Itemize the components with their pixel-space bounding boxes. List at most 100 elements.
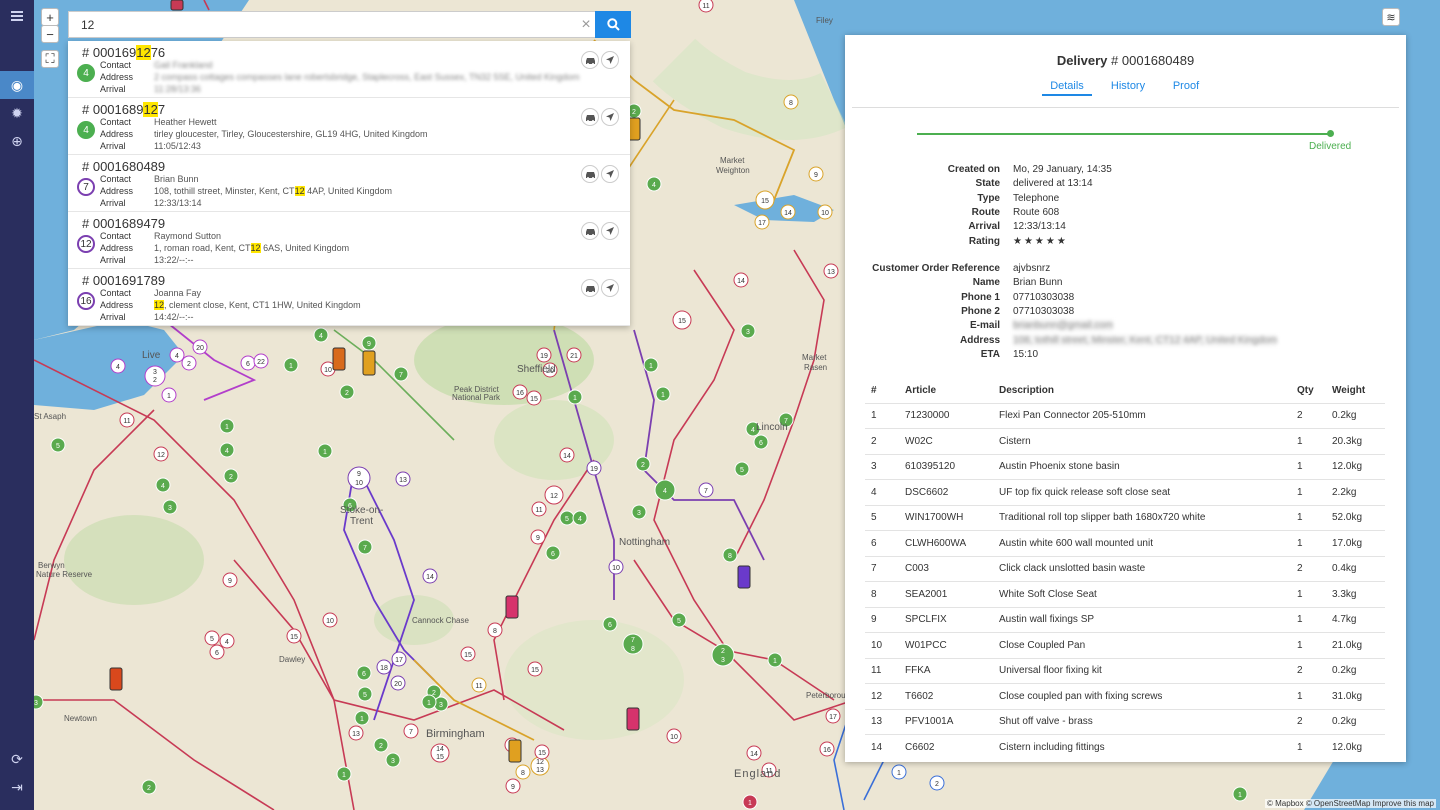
svg-text:20: 20 xyxy=(394,681,402,688)
delivery-number[interactable]: # 0001680489 xyxy=(82,159,165,174)
delivery-number[interactable]: # 0001691789 xyxy=(82,273,165,288)
search-result-item[interactable]: # 0001689479 12 Contact Address Arrival Raymo… xyxy=(68,212,630,269)
search-result-item[interactable]: # 0001691789 16 Contact Address Arrival Joann… xyxy=(68,269,630,326)
tab-history[interactable]: History xyxy=(1107,80,1149,92)
svg-text:2: 2 xyxy=(721,648,725,655)
navigate-button[interactable] xyxy=(601,108,619,126)
svg-text:1: 1 xyxy=(649,363,653,370)
table-cell: 13 xyxy=(865,708,899,735)
table-cell: 12 xyxy=(865,683,899,709)
table-row[interactable]: 1 71230000 Flexi Pan Connector 205-510mm 2 0… xyxy=(865,402,1385,429)
navigate-button[interactable] xyxy=(601,279,619,297)
table-cell: 1 xyxy=(1291,581,1326,607)
svg-text:15: 15 xyxy=(436,754,444,761)
table-row[interactable]: 6 CLWH600WA Austin white 600 wall mounted … xyxy=(865,530,1385,556)
table-row[interactable]: 8 SEA2001 White Soft Close Seat 1 3.3kg xyxy=(865,581,1385,607)
svg-text:1: 1 xyxy=(342,772,346,779)
show-vehicle-button[interactable] xyxy=(581,222,599,240)
table-row[interactable]: 12 T6602 Close coupled pan with fixing scr… xyxy=(865,683,1385,709)
arrival-label: Arrival xyxy=(100,141,126,151)
map-nav-button[interactable]: ◉ xyxy=(0,71,34,99)
settings-nav-button[interactable]: ✹ xyxy=(0,99,34,127)
svg-text:1: 1 xyxy=(427,700,431,707)
address-label: Address xyxy=(100,243,134,253)
show-vehicle-button[interactable] xyxy=(581,108,599,126)
svg-text:3: 3 xyxy=(439,702,443,709)
table-cell: W02C xyxy=(899,428,993,454)
table-row[interactable]: 10 W01PCC Close Coupled Pan 1 21.0kg xyxy=(865,632,1385,658)
svg-text:4: 4 xyxy=(161,483,165,490)
table-row[interactable]: 5 WIN1700WH Traditional roll top slipper b… xyxy=(865,504,1385,531)
table-row[interactable]: 14 C6602 Cistern including fittings 1 12.0kg xyxy=(865,734,1385,760)
table-header-cell: # xyxy=(871,384,877,396)
table-row[interactable]: 7 C003 Click clack unslotted basin waste 2 0… xyxy=(865,555,1385,582)
svg-text:Weighton: Weighton xyxy=(716,166,750,175)
contact-value: Heather Hewett xyxy=(154,117,217,127)
zoom-in-button[interactable]: + xyxy=(41,8,59,26)
table-row[interactable]: 11 FFKA Universal floor fixing kit 2 0.2kg xyxy=(865,657,1385,684)
table-row[interactable]: 2 W02C Cistern 1 20.3kg xyxy=(865,428,1385,454)
detail-label: Arrival xyxy=(968,221,1000,233)
svg-text:5: 5 xyxy=(677,618,681,625)
svg-text:7: 7 xyxy=(409,729,413,736)
svg-text:6: 6 xyxy=(759,440,763,447)
customer-value: 07710303038 xyxy=(1013,291,1075,303)
tab-details[interactable]: Details xyxy=(1042,80,1092,96)
network-nav-button[interactable]: ⊕ xyxy=(0,127,34,155)
fullscreen-button[interactable]: ⛶ xyxy=(41,50,59,68)
svg-text:19: 19 xyxy=(540,353,548,360)
svg-text:Nature Reserve: Nature Reserve xyxy=(36,570,93,579)
navigate-button[interactable] xyxy=(601,165,619,183)
svg-text:13: 13 xyxy=(536,767,544,774)
map-attribution[interactable]: © Mapbox © OpenStreetMap Improve this ma… xyxy=(1265,799,1436,808)
table-row[interactable]: 4 DSC6602 UF top fix quick release soft cl… xyxy=(865,479,1385,505)
svg-text:5: 5 xyxy=(210,636,214,643)
clear-search-button[interactable]: × xyxy=(577,16,595,34)
svg-text:17: 17 xyxy=(758,220,766,227)
svg-text:12: 12 xyxy=(157,452,165,459)
search-result-item[interactable]: # 0001689127 4 Contact Address Arrival Heathe… xyxy=(68,98,630,155)
show-vehicle-button[interactable] xyxy=(581,165,599,183)
table-row[interactable]: 13 PFV1001A Shut off valve - brass 2 0.2kg xyxy=(865,708,1385,735)
sync-button[interactable]: ⟳ xyxy=(0,745,34,773)
delivery-number[interactable]: # 0001691276 xyxy=(82,45,165,60)
table-cell: 21.0kg xyxy=(1326,632,1385,658)
search-result-item[interactable]: # 0001691276 4 Contact Address Arrival Gail F… xyxy=(68,41,630,98)
place-dawley: Dawley xyxy=(279,655,305,664)
tab-proof[interactable]: Proof xyxy=(1168,80,1204,92)
detail-value: Mo, 29 January, 14:35 xyxy=(1013,164,1112,175)
place-newtown: Newtown xyxy=(64,714,97,723)
show-vehicle-button[interactable] xyxy=(581,51,599,69)
svg-text:9: 9 xyxy=(357,471,361,478)
svg-text:12: 12 xyxy=(536,759,544,766)
table-cell: Traditional roll top slipper bath 1680x7… xyxy=(993,504,1291,531)
svg-text:14: 14 xyxy=(426,574,434,581)
search-button[interactable] xyxy=(595,11,631,38)
svg-text:9: 9 xyxy=(367,341,371,348)
table-header-cell: Weight xyxy=(1332,384,1366,396)
navigate-button[interactable] xyxy=(601,51,619,69)
table-row[interactable]: 3 610395120 Austin Phoenix stone basin 1 12.… xyxy=(865,453,1385,480)
contact-label: Contact xyxy=(100,174,132,184)
table-cell: 1 xyxy=(1291,606,1326,633)
menu-button[interactable] xyxy=(0,2,34,30)
svg-text:11: 11 xyxy=(475,683,482,690)
logout-button[interactable]: ⇥ xyxy=(0,773,34,801)
show-vehicle-button[interactable] xyxy=(581,279,599,297)
table-cell: 20.3kg xyxy=(1326,428,1385,454)
svg-text:2: 2 xyxy=(379,743,383,750)
number-highlight: 12 xyxy=(136,45,151,60)
navigate-button[interactable] xyxy=(601,222,619,240)
zoom-out-button[interactable]: − xyxy=(41,25,59,43)
svg-text:8: 8 xyxy=(521,770,525,777)
delivery-number[interactable]: # 0001689479 xyxy=(82,216,165,231)
search-result-item[interactable]: # 0001680489 7 Contact Address Arrival Brian … xyxy=(68,155,630,212)
table-row[interactable]: 9 SPCLFIX Austin wall fixings SP 1 4.7kg xyxy=(865,606,1385,633)
layers-icon: ≋ xyxy=(1386,11,1396,24)
layers-button[interactable]: ≋ xyxy=(1382,8,1400,26)
customer-value: 15:10 xyxy=(1013,348,1039,360)
svg-text:4: 4 xyxy=(578,516,582,523)
table-cell: Austin Phoenix stone basin xyxy=(993,453,1291,480)
search-input[interactable] xyxy=(69,12,589,37)
delivery-number[interactable]: # 0001689127 xyxy=(82,102,165,117)
